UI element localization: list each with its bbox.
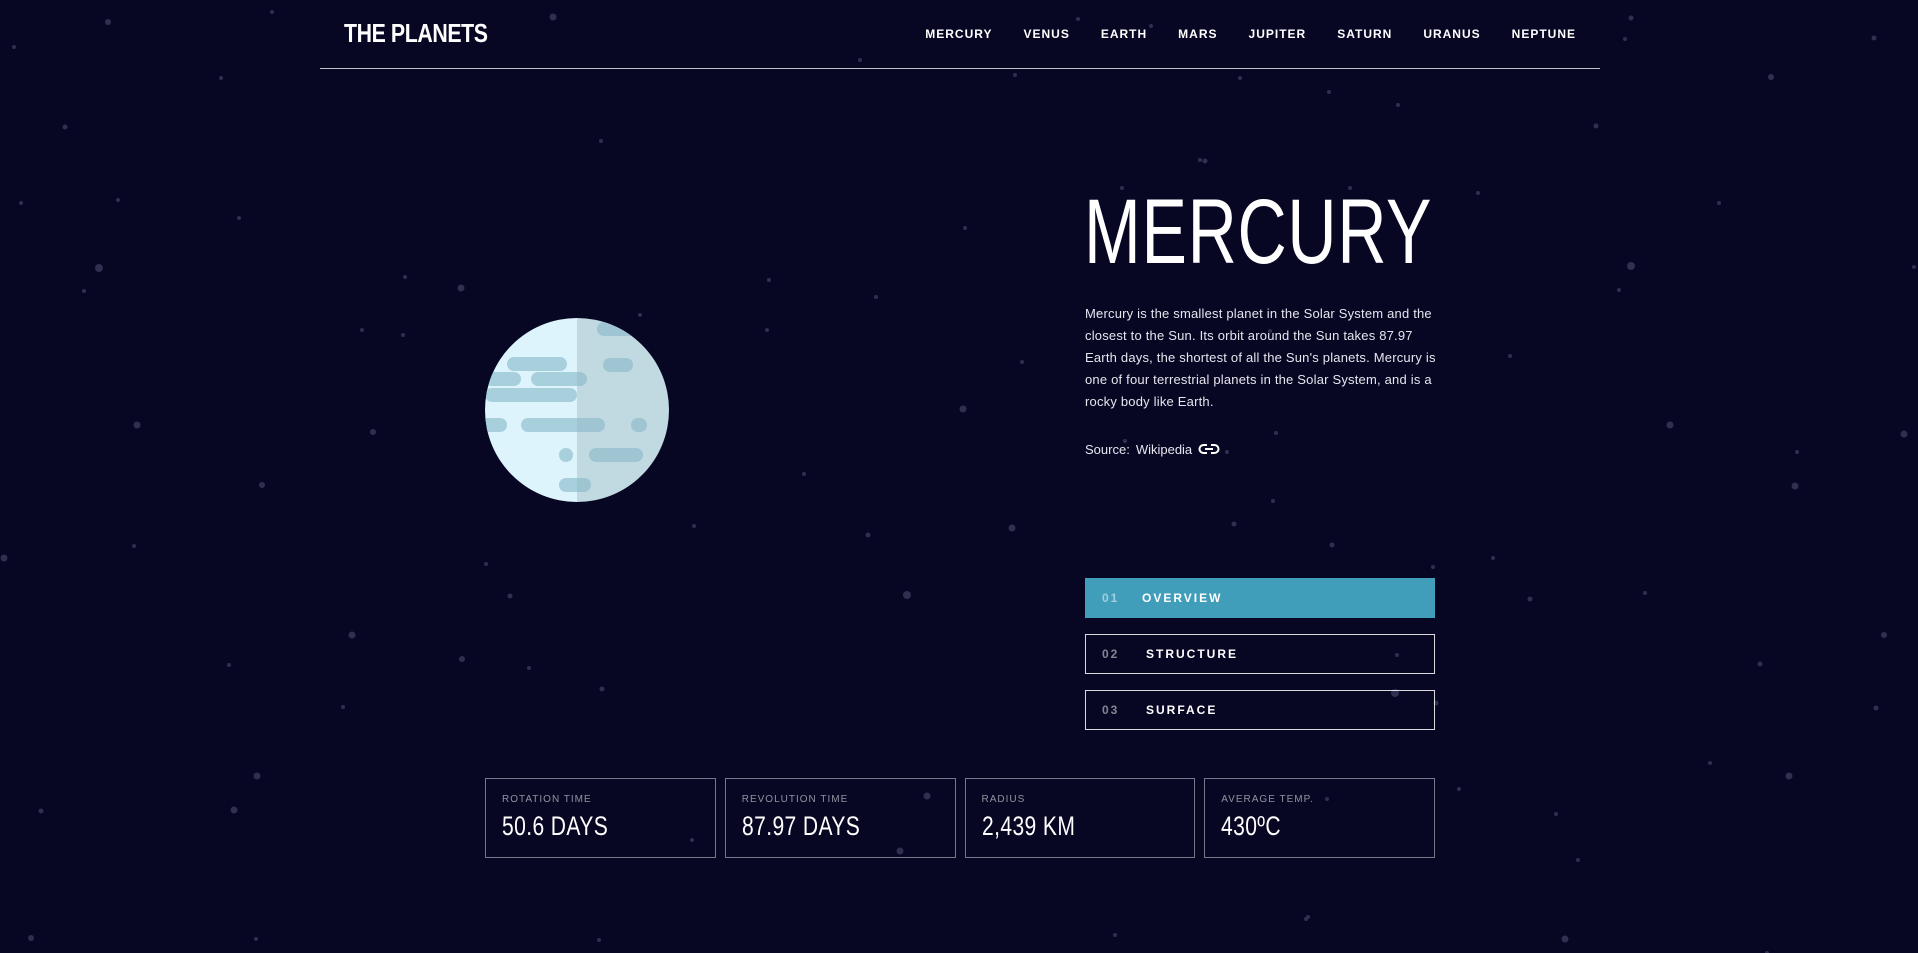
stat-value: 2,439 KM [981, 811, 1075, 841]
top-navigation-bar: THE PLANETS MERCURY VENUS EARTH MARS JUP… [320, 0, 1600, 69]
mercury-planet-icon [485, 318, 669, 502]
nav-item-mars[interactable]: MARS [1178, 27, 1217, 41]
tab-structure[interactable]: 02 STRUCTURE [1085, 634, 1435, 674]
stat-card-revolution-time: REVOLUTION TIME 87.97 DAYS [724, 778, 956, 858]
planet-image [485, 318, 669, 502]
stat-label: RADIUS [981, 794, 1026, 805]
planet-description: Mercury is the smallest planet in the So… [1085, 306, 1436, 409]
stat-label: AVERAGE TEMP. [1221, 794, 1314, 805]
stat-card-rotation-time: ROTATION TIME 50.6 DAYS [485, 778, 716, 858]
planet-title: MERCURY [1084, 181, 1433, 283]
nav-item-jupiter[interactable]: JUPITER [1249, 27, 1307, 41]
tab-surface[interactable]: 03 SURFACE [1085, 690, 1435, 730]
nav-item-mercury[interactable]: MERCURY [925, 27, 992, 41]
content-tabs: 01 OVERVIEW 02 STRUCTURE 03 SURFACE [1085, 578, 1435, 746]
link-icon[interactable] [1198, 441, 1220, 457]
nav-item-uranus[interactable]: URANUS [1423, 27, 1480, 41]
stat-card-radius: RADIUS 2,439 KM [964, 778, 1196, 858]
tab-number: 03 [1102, 703, 1120, 717]
tab-label: OVERVIEW [1142, 591, 1223, 605]
stat-label: ROTATION TIME [502, 794, 592, 805]
tab-overview[interactable]: 01 OVERVIEW [1085, 578, 1435, 618]
stat-value: 87.97 DAYS [741, 811, 860, 841]
tab-label: SURFACE [1146, 703, 1218, 717]
stat-card-average-temp: AVERAGE TEMP. 430ºC [1204, 778, 1435, 858]
tab-number: 01 [1102, 591, 1120, 605]
stat-value: 430ºC [1221, 811, 1282, 841]
tab-label: STRUCTURE [1146, 647, 1238, 661]
nav-item-saturn[interactable]: SATURN [1337, 27, 1392, 41]
nav-item-neptune[interactable]: NEPTUNE [1512, 27, 1576, 41]
tab-number: 02 [1102, 647, 1120, 661]
nav-item-venus[interactable]: VENUS [1023, 27, 1069, 41]
planet-nav: MERCURY VENUS EARTH MARS JUPITER SATURN … [925, 27, 1576, 41]
source-label: Source: [1085, 441, 1130, 457]
stat-value: 50.6 DAYS [502, 811, 609, 841]
site-logo[interactable]: THE PLANETS [344, 18, 488, 49]
planet-stats: ROTATION TIME 50.6 DAYS REVOLUTION TIME … [485, 778, 1435, 858]
source-line: Source: Wikipedia [1085, 441, 1220, 457]
nav-item-earth[interactable]: EARTH [1101, 27, 1147, 41]
stat-label: REVOLUTION TIME [741, 794, 849, 805]
source-link[interactable]: Wikipedia [1136, 442, 1192, 457]
page: THE PLANETS MERCURY VENUS EARTH MARS JUP… [0, 0, 1918, 953]
